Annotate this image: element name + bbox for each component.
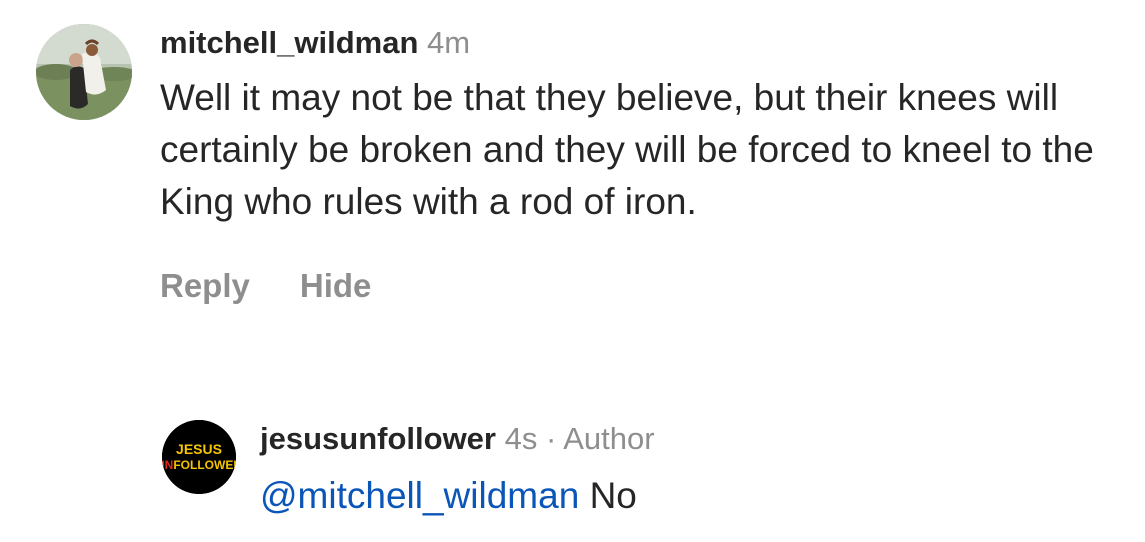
user-avatar[interactable] xyxy=(36,24,132,120)
comment-actions: Reply Hide xyxy=(160,266,1100,306)
meta-separator: · xyxy=(545,421,557,456)
timestamp: 4m xyxy=(427,25,471,60)
reply-message: No xyxy=(589,475,637,516)
mention-link[interactable]: @mitchell_wildman xyxy=(260,475,579,516)
reply-text: @mitchell_wildman No xyxy=(260,472,1120,520)
logo-text-line1: JESUS xyxy=(176,441,222,457)
username-link[interactable]: mitchell_wildman xyxy=(160,25,418,60)
jesus-unfollower-logo: JESUS UNFOLLOWER xyxy=(162,420,236,494)
hide-button[interactable]: Hide xyxy=(300,266,372,306)
reply-header: jesusunfollower 4s · Author xyxy=(260,420,1120,458)
timestamp: 4s xyxy=(504,421,538,456)
comment-header: mitchell_wildman 4m xyxy=(160,24,1100,62)
reply-button[interactable]: Reply xyxy=(160,266,250,306)
logo-text-line2: UNFOLLOWER xyxy=(162,458,236,472)
username-link[interactable]: jesusunfollower xyxy=(260,421,496,456)
logo-text-red: UN xyxy=(162,458,173,472)
author-label: Author xyxy=(563,421,655,456)
author-avatar[interactable]: JESUS UNFOLLOWER xyxy=(162,420,236,494)
avatar-photo-image xyxy=(36,24,132,120)
comment-text: Well it may not be that they believe, bu… xyxy=(160,77,1094,222)
logo-text-rest: FOLLOWER xyxy=(173,458,236,472)
